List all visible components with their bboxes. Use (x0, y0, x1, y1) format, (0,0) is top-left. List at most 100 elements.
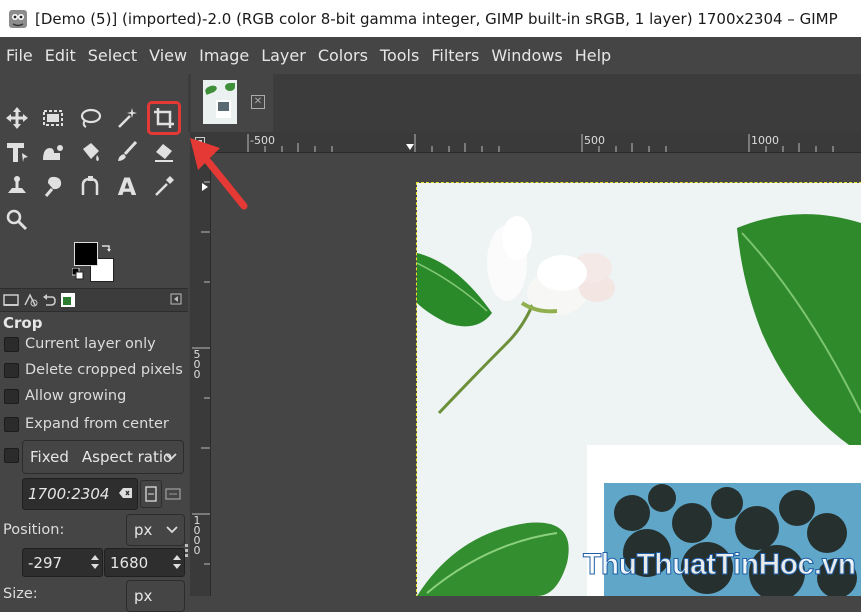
size-label: Size: (3, 586, 38, 602)
menu-help[interactable]: Help (569, 37, 617, 74)
clone-icon (8, 176, 26, 193)
chevron-down-icon (166, 526, 178, 534)
chain-link-handle[interactable] (185, 544, 188, 562)
bucket-fill-tool-button[interactable] (74, 136, 106, 168)
fixed-checkbox[interactable] (4, 448, 19, 463)
image-tab[interactable]: ✕ (191, 74, 273, 132)
gimp-app-icon (9, 9, 27, 28)
aspect-ratio-input[interactable]: 1700:2304 (22, 478, 138, 510)
position-y-value: 1680 (110, 553, 149, 572)
images-tab-icon[interactable] (59, 291, 77, 309)
image-canvas[interactable] (211, 153, 861, 596)
device-status-tab-icon[interactable] (21, 291, 39, 309)
menu-view[interactable]: View (143, 37, 193, 74)
move-tool-button[interactable] (1, 102, 33, 134)
chevron-down-icon (165, 453, 177, 461)
clear-entry-icon[interactable] (119, 487, 133, 499)
watermark-text: ThuThuatTinHoc.vn (583, 548, 857, 582)
paintbrush-tool-button[interactable] (111, 136, 143, 168)
image-content[interactable] (416, 182, 861, 596)
spin-buttons-icon[interactable] (90, 552, 100, 572)
menu-image[interactable]: Image (193, 37, 255, 74)
window-title: [Demo (5)] (imported)-2.0 (RGB color 8-b… (35, 9, 838, 28)
warp-transform-icon (43, 145, 63, 160)
crop-tool-button[interactable] (147, 101, 181, 135)
menu-select[interactable]: Select (82, 37, 143, 74)
position-label: Position: (3, 522, 65, 538)
expand-from-center-label: Expand from center (25, 416, 169, 432)
annotation-arrow-icon (190, 138, 248, 210)
ruler-label: 500 (193, 348, 201, 381)
allow-growing-option[interactable]: Allow growing (4, 388, 126, 404)
menu-layer[interactable]: Layer (255, 37, 312, 74)
landscape-icon (165, 488, 181, 500)
paths-tool-button[interactable] (74, 170, 106, 202)
menu-edit[interactable]: Edit (39, 37, 82, 74)
paintbrush-icon (118, 140, 138, 161)
text-icon: A (118, 173, 137, 199)
menu-tools[interactable]: Tools (374, 37, 425, 74)
bucket-fill-icon (83, 143, 99, 161)
ruler-label: 1000 (751, 134, 779, 147)
current-layer-only-option[interactable]: Current layer only (4, 336, 156, 352)
delete-cropped-checkbox[interactable] (4, 362, 19, 378)
allow-growing-label: Allow growing (25, 388, 127, 404)
tool-options-tab-icon[interactable] (2, 291, 20, 309)
fuzzy-select-tool-button[interactable] (111, 102, 143, 134)
size-unit-dropdown[interactable]: px (126, 580, 185, 612)
position-unit-dropdown[interactable]: px (126, 514, 185, 546)
close-tab-icon[interactable]: ✕ (251, 95, 265, 109)
fg-bg-color-selector[interactable] (72, 242, 116, 284)
unified-transform-icon (7, 143, 28, 162)
svg-text:A: A (118, 173, 137, 199)
size-unit-value: px (134, 587, 153, 605)
rect-select-icon (43, 110, 63, 126)
menu-colors[interactable]: Colors (312, 37, 374, 74)
eraser-tool-button[interactable] (148, 136, 180, 168)
position-x-input[interactable]: -297 (22, 548, 103, 577)
free-select-icon (80, 108, 102, 128)
swap-colors-icon[interactable] (100, 242, 112, 254)
expand-from-center-option[interactable]: Expand from center (4, 416, 169, 432)
current-layer-only-checkbox[interactable] (4, 336, 19, 352)
undo-history-tab-icon[interactable] (40, 291, 58, 309)
tool-options-title: Crop (3, 314, 43, 332)
free-select-tool-button[interactable] (74, 102, 106, 134)
move-icon (6, 107, 28, 129)
fixed-mode-value: Aspect ratio (81, 448, 173, 466)
default-colors-icon[interactable] (72, 268, 84, 280)
photo-artwork (416, 214, 861, 596)
horizontal-ruler[interactable]: -500 500 1000 (210, 132, 861, 153)
warp-transform-tool-button[interactable] (37, 136, 69, 168)
menu-file[interactable]: File (0, 37, 39, 74)
ruler-label: 1000 (193, 514, 201, 557)
portrait-orientation-button[interactable] (140, 480, 162, 508)
window-titlebar: [Demo (5)] (imported)-2.0 (RGB color 8-b… (0, 0, 861, 37)
expand-from-center-checkbox[interactable] (4, 416, 19, 432)
aspect-ratio-value: 1700:2304 (28, 485, 110, 503)
foreground-color-swatch[interactable] (74, 242, 98, 266)
spin-buttons-icon[interactable] (172, 552, 182, 572)
text-tool-button[interactable]: A (111, 170, 143, 202)
landscape-orientation-button[interactable] (163, 480, 183, 506)
dock-tabs (0, 288, 188, 312)
clone-tool-button[interactable] (1, 170, 33, 202)
fuzzy-select-icon (118, 108, 137, 128)
color-picker-tool-button[interactable] (148, 170, 180, 202)
menu-windows[interactable]: Windows (485, 37, 568, 74)
current-layer-only-label: Current layer only (25, 336, 156, 352)
position-y-input[interactable]: 1680 (104, 548, 185, 577)
position-unit-value: px (134, 521, 153, 539)
rect-select-tool-button[interactable] (37, 102, 69, 134)
allow-growing-checkbox[interactable] (4, 388, 19, 404)
fixed-mode-dropdown[interactable]: Fixed Aspect ratio (22, 440, 184, 474)
position-x-value: -297 (28, 553, 63, 572)
delete-cropped-option[interactable]: Delete cropped pixels (4, 362, 183, 378)
smudge-tool-button[interactable] (37, 170, 69, 202)
zoom-tool-button[interactable] (1, 204, 33, 236)
menu-filters[interactable]: Filters (425, 37, 485, 74)
dock-menu-icon[interactable] (170, 293, 182, 305)
portrait-icon (145, 486, 157, 502)
unified-transform-tool-button[interactable] (1, 136, 33, 168)
image-tab-bar: ✕ (188, 74, 861, 132)
